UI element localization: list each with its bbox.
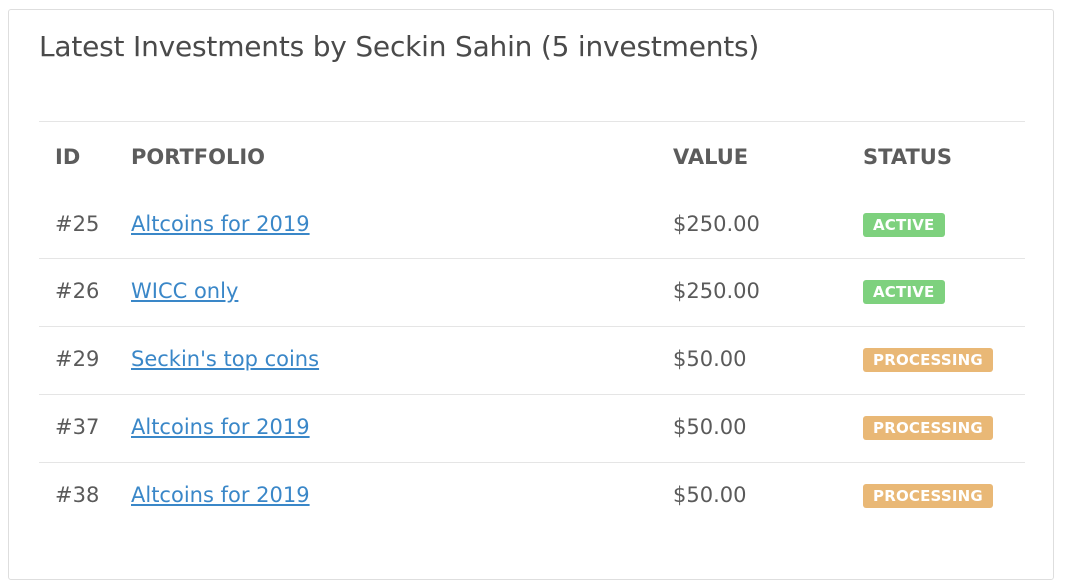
portfolio-link[interactable]: Altcoins for 2019 xyxy=(131,212,310,236)
investment-id: #38 xyxy=(39,462,115,531)
portfolio-cell: WICC only xyxy=(115,258,657,327)
panel-title: Latest Investments by Seckin Sahin (5 in… xyxy=(39,30,760,63)
investment-id: #25 xyxy=(55,212,100,237)
status-badge: PROCESSING xyxy=(863,483,993,508)
status-cell: PROCESSING xyxy=(847,326,1025,395)
header-row: ID PORTFOLIO VALUE STATUS xyxy=(39,121,1025,191)
table-row: #25 Altcoins for 2019 $250.00 ACTIVE xyxy=(39,191,1025,259)
table-body: #25 Altcoins for 2019 $250.00 ACTIVE #26… xyxy=(39,191,1025,531)
investments-table: ID PORTFOLIO VALUE STATUS #25 Altcoins f… xyxy=(39,121,1025,531)
investment-value: $250.00 xyxy=(657,258,847,327)
investment-id: #26 xyxy=(39,258,115,327)
portfolio-link[interactable]: WICC only xyxy=(131,279,238,303)
portfolio-cell: Altcoins for 2019 xyxy=(115,191,657,259)
investment-value: $50.00 xyxy=(657,462,847,531)
table-row: #26 WICC only $250.00 ACTIVE xyxy=(39,258,1025,327)
column-header-value: VALUE xyxy=(657,121,847,191)
investment-value: $50.00 xyxy=(657,326,847,395)
portfolio-link[interactable]: Seckin's top coins xyxy=(131,347,319,371)
investment-value: $250.00 xyxy=(673,212,760,237)
investment-id: #37 xyxy=(39,394,115,463)
portfolio-cell: Seckin's top coins xyxy=(115,326,657,395)
column-header-status: STATUS xyxy=(847,121,1025,191)
column-header-portfolio: PORTFOLIO xyxy=(115,121,657,191)
portfolio-cell: Altcoins for 2019 xyxy=(115,394,657,463)
table-row: #29 Seckin's top coins $50.00 PROCESSING xyxy=(39,326,1025,395)
table-row: #38 Altcoins for 2019 $50.00 PROCESSING xyxy=(39,462,1025,531)
status-cell: PROCESSING xyxy=(847,462,1025,531)
status-cell: PROCESSING xyxy=(847,394,1025,463)
status-cell: ACTIVE xyxy=(847,258,1025,327)
portfolio-link[interactable]: Altcoins for 2019 xyxy=(131,415,310,439)
status-badge: PROCESSING xyxy=(863,347,993,372)
table-row: #37 Altcoins for 2019 $50.00 PROCESSING xyxy=(39,394,1025,463)
portfolio-cell: Altcoins for 2019 xyxy=(115,462,657,531)
status-badge: ACTIVE xyxy=(863,213,945,238)
status-cell: ACTIVE xyxy=(847,191,1025,259)
portfolio-link[interactable]: Altcoins for 2019 xyxy=(131,483,310,507)
column-header-id: ID xyxy=(39,121,115,191)
table-header: ID PORTFOLIO VALUE STATUS xyxy=(39,121,1025,191)
investments-panel: Latest Investments by Seckin Sahin (5 in… xyxy=(8,9,1054,580)
investment-value: $50.00 xyxy=(657,394,847,463)
status-badge: PROCESSING xyxy=(863,415,993,440)
investment-id: #29 xyxy=(39,326,115,395)
status-badge: ACTIVE xyxy=(863,279,945,304)
